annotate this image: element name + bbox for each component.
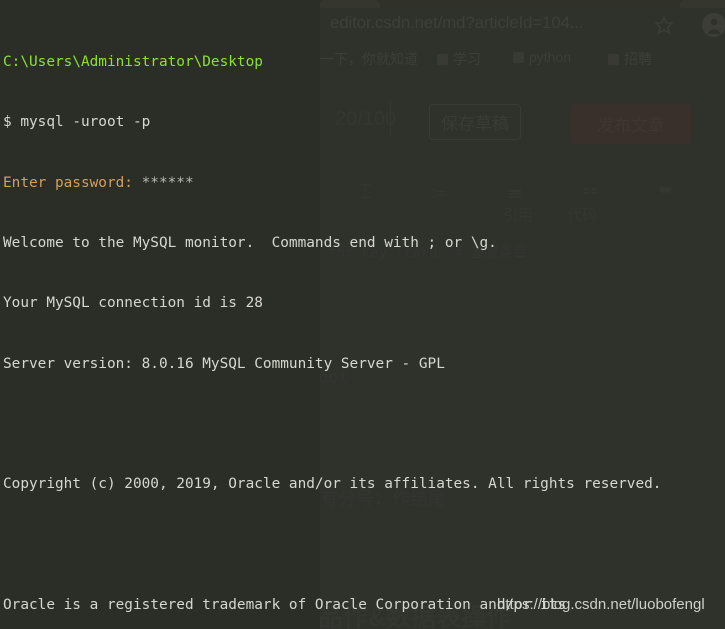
terminal-line: Server version: 8.0.16 MySQL Community S… — [3, 355, 445, 372]
terminal-output[interactable]: C:\Users\Administrator\Desktop $ mysql -… — [0, 0, 725, 629]
terminal-line-cwd: C:\Users\Administrator\Desktop — [3, 52, 725, 72]
password-mask: ****** — [132, 174, 194, 191]
terminal-line: Welcome to the MySQL monitor. Commands e… — [3, 235, 497, 252]
terminal-line: Oracle is a registered trademark of Orac… — [3, 596, 567, 613]
terminal-cwd: C:\Users\Administrator\Desktop — [3, 54, 263, 71]
terminal-line: Copyright (c) 2000, 2019, Oracle and/or … — [3, 476, 662, 493]
terminal-line-command: $ mysql -uroot -p — [3, 112, 725, 132]
password-prompt-label: Enter password: — [3, 174, 133, 191]
terminal-line-password: Enter password: ****** — [3, 173, 725, 193]
screen-root: editor.csdn.net/md?articleId=104... 一下，你… — [0, 0, 725, 629]
terminal-command: mysql -uroot -p — [11, 114, 151, 131]
terminal-prompt-symbol: $ — [3, 114, 12, 131]
terminal-line: Your MySQL connection id is 28 — [3, 295, 263, 312]
